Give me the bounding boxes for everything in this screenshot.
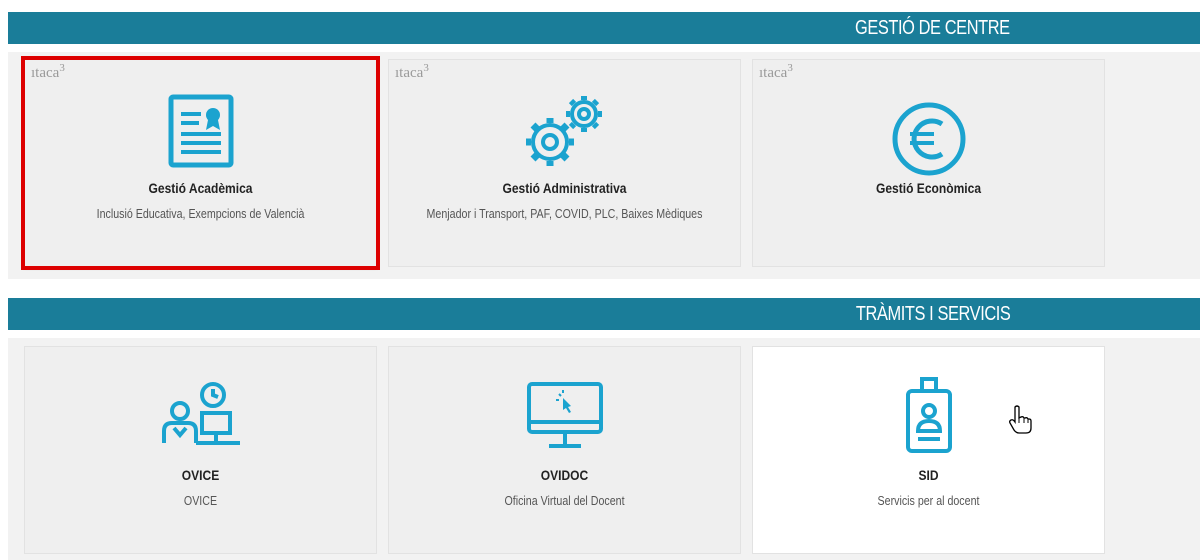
card-subtitle: Inclusió Educativa, Exempcions de Valenc… xyxy=(96,206,305,221)
card-title: OVIDOC xyxy=(540,467,589,483)
hand-pointer-icon xyxy=(1009,405,1032,434)
card-subtitle: OVICE xyxy=(183,493,218,508)
section-header-tramits-servicis: TRÀMITS I SERVICIS xyxy=(8,298,1200,330)
card-title: Gestió Acadèmica xyxy=(148,180,253,196)
section-header-gestio-centre: GESTIÓ DE CENTRE xyxy=(8,12,1200,44)
euro-icon xyxy=(892,102,965,176)
itaca-logo: ıtaca3 xyxy=(31,62,65,81)
certificate-document-icon xyxy=(168,94,233,168)
itaca-logo: ıtaca3 xyxy=(395,62,429,81)
card-subtitle: Menjador i Transport, PAF, COVID, PLC, B… xyxy=(426,206,703,221)
section-title: GESTIÓ DE CENTRE xyxy=(855,17,1010,39)
card-ovidoc[interactable]: OVIDOC Oficina Virtual del Docent xyxy=(388,346,741,554)
card-subtitle: Servicis per al docent xyxy=(877,493,980,508)
card-ovice[interactable]: OVICE OVICE xyxy=(24,346,377,554)
card-gestio-economica[interactable]: ıtaca3 Gestió Econòmica xyxy=(752,59,1105,267)
card-title: Gestió Econòmica xyxy=(875,180,982,196)
card-sid[interactable]: SID Servicis per al docent xyxy=(752,346,1105,554)
monitor-click-icon xyxy=(526,382,603,448)
card-gestio-administrativa[interactable]: ıtaca3 Gestió Administrativa Menjador i … xyxy=(388,59,741,267)
section-title: TRÀMITS I SERVICIS xyxy=(855,303,1010,325)
card-title: SID xyxy=(918,467,939,483)
card-gestio-academica[interactable]: ıtaca3 Gestió Acadèmica Inclusió Educati… xyxy=(21,56,380,270)
id-badge-icon xyxy=(905,377,952,453)
itaca-logo: ıtaca3 xyxy=(759,62,793,81)
office-worker-clock-icon xyxy=(161,382,240,445)
card-subtitle: Oficina Virtual del Docent xyxy=(504,493,625,508)
card-title: Gestió Administrativa xyxy=(502,180,627,196)
gears-icon xyxy=(525,96,602,166)
card-title: OVICE xyxy=(181,467,220,483)
